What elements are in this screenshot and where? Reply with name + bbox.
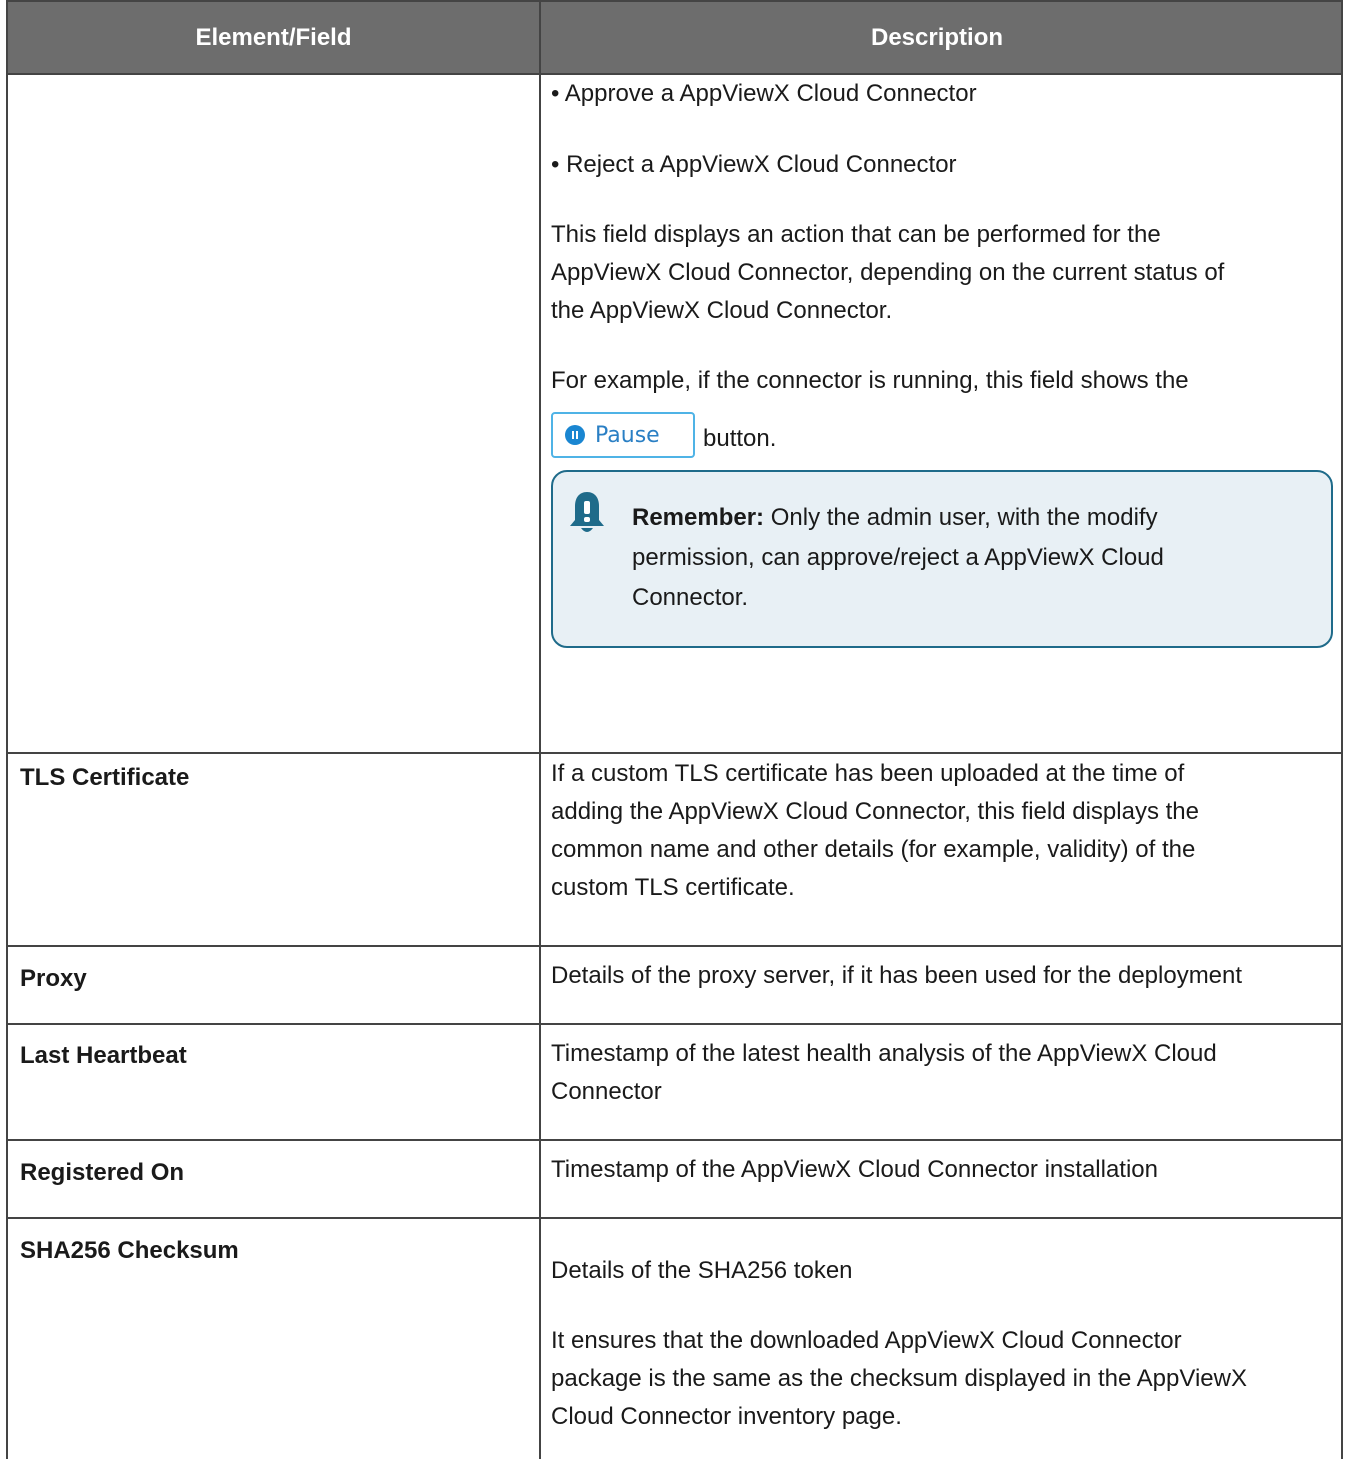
remember-note: Remember: Only the admin user, with the … xyxy=(551,470,1333,648)
table-row: SHA256 Checksum Details of the SHA256 to… xyxy=(6,1219,1343,1459)
table-row: TLS Certificate If a custom TLS certific… xyxy=(6,754,1343,947)
text-line: Only the admin user, with the modify xyxy=(764,504,1158,531)
pause-button[interactable]: Pause xyxy=(551,412,695,458)
text-line: It ensures that the downloaded AppViewX … xyxy=(551,1327,1182,1354)
field-description: Timestamp of the AppViewX Cloud Connecto… xyxy=(541,1141,1343,1217)
button-word: button. xyxy=(703,425,777,452)
text-line: Cloud Connector inventory page. xyxy=(551,1403,902,1430)
text-line: Timestamp of the latest health analysis … xyxy=(551,1040,1217,1067)
table-row: Proxy Details of the proxy server, if it… xyxy=(6,947,1343,1025)
field-name: Registered On xyxy=(6,1141,541,1217)
bell-icon xyxy=(570,492,604,532)
note-line-3: Connector. xyxy=(632,584,749,611)
text-line: package is the same as the checksum disp… xyxy=(551,1365,1247,1392)
field-description: If a custom TLS certificate has been upl… xyxy=(541,754,1343,945)
text-line: Details of the proxy server, if it has b… xyxy=(551,962,1243,989)
field-description: Details of the proxy server, if it has b… xyxy=(541,947,1343,1023)
example-text: For example, if the connector is running… xyxy=(551,367,1189,394)
text-line: the AppViewX Cloud Connector. xyxy=(551,297,893,324)
table-row: Last Heartbeat Timestamp of the latest h… xyxy=(6,1025,1343,1141)
text-line: Details of the SHA256 token xyxy=(551,1257,853,1284)
field-description: Details of the SHA256 token It ensures t… xyxy=(541,1219,1343,1459)
text-line: common name and other details (for examp… xyxy=(551,836,1196,863)
description-cell-action: • Approve a AppViewX Cloud Connector • R… xyxy=(541,75,1343,752)
action-description: This field displays an action that can b… xyxy=(551,216,1333,330)
column-header-description: Description xyxy=(541,2,1343,73)
table-row-action: • Approve a AppViewX Cloud Connector • R… xyxy=(6,75,1343,754)
pause-circle-icon xyxy=(565,425,585,445)
pause-button-label: Pause xyxy=(595,422,660,448)
field-name: Proxy xyxy=(6,947,541,1023)
text-line: Timestamp of the AppViewX Cloud Connecto… xyxy=(551,1156,1158,1183)
text-line: custom TLS certificate. xyxy=(551,874,795,901)
field-cell-action xyxy=(6,75,541,752)
field-description-table: Element/Field Description • Approve a Ap… xyxy=(6,0,1343,1459)
bullet-approve: • Approve a AppViewX Cloud Connector xyxy=(551,80,977,107)
table-header-row: Element/Field Description xyxy=(6,0,1343,75)
checksum-explanation: It ensures that the downloaded AppViewX … xyxy=(551,1322,1333,1436)
field-name: Last Heartbeat xyxy=(6,1025,541,1139)
text-line: If a custom TLS certificate has been upl… xyxy=(551,760,1185,787)
table-row: Registered On Timestamp of the AppViewX … xyxy=(6,1141,1343,1219)
note-line-1: Remember: Only the admin user, with the … xyxy=(632,498,1311,538)
field-name: TLS Certificate xyxy=(6,754,541,945)
field-name: SHA256 Checksum xyxy=(6,1219,541,1459)
pause-button-example: Pause button. xyxy=(551,412,1333,458)
note-line-2: permission, can approve/reject a AppView… xyxy=(632,544,1164,571)
text-line: AppViewX Cloud Connector, depending on t… xyxy=(551,259,1225,286)
text-line: This field displays an action that can b… xyxy=(551,221,1161,248)
note-label: Remember: xyxy=(632,504,765,531)
text-line: adding the AppViewX Cloud Connector, thi… xyxy=(551,798,1199,825)
column-header-element-field: Element/Field xyxy=(6,2,541,73)
text-line: Connector xyxy=(551,1078,662,1105)
bullet-reject: • Reject a AppViewX Cloud Connector xyxy=(551,151,957,178)
field-description: Timestamp of the latest health analysis … xyxy=(541,1025,1343,1139)
